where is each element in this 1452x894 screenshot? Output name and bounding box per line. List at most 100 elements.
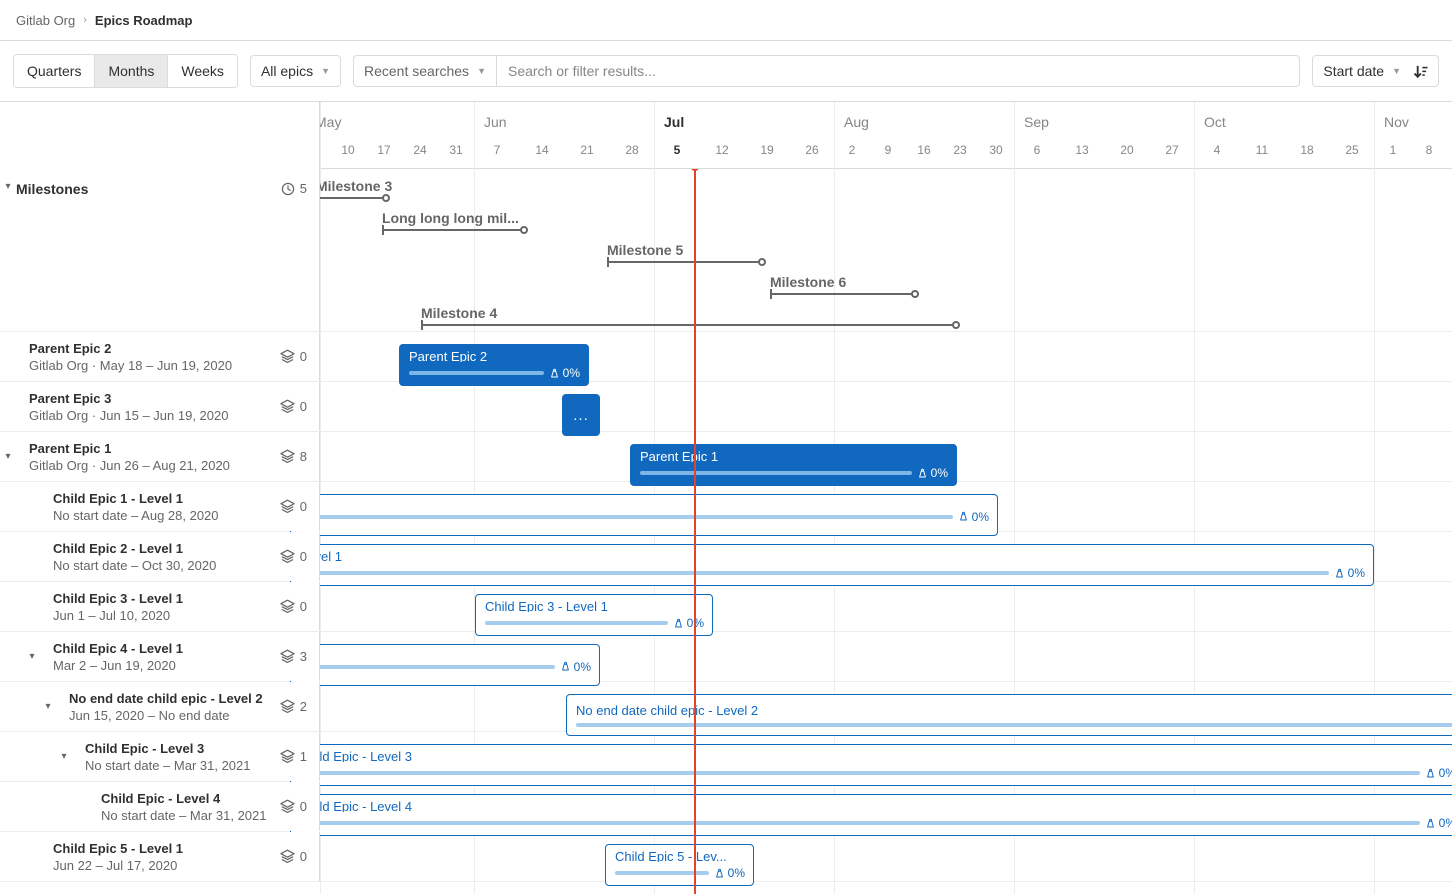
milestone-end-marker	[952, 321, 960, 329]
sort-descending-icon	[1413, 64, 1428, 79]
epic-title[interactable]: Child Epic 5 - Level 1	[53, 841, 274, 856]
sort-control: Start date ▼	[1312, 55, 1439, 87]
epic-children-count: 0	[280, 799, 319, 814]
expand-toggle[interactable]: ▾	[40, 701, 56, 712]
epic-row: ▾ Parent Epic 2 Gitlab Org · May 18 – Ju…	[0, 332, 1452, 382]
progress-track	[640, 471, 912, 475]
week-tick: 26	[805, 143, 818, 157]
epic-title[interactable]: Child Epic - Level 4	[101, 791, 274, 806]
milestone-line	[771, 293, 915, 295]
month-column-may: May	[320, 102, 474, 169]
epic-bar[interactable]: ...	[562, 394, 600, 436]
epic-bar[interactable]: 0%	[290, 644, 600, 686]
epic-title[interactable]: Child Epic 4 - Level 1	[53, 641, 274, 656]
progress-track	[485, 621, 668, 625]
weight-icon	[1334, 568, 1345, 579]
week-tick: 17	[377, 143, 390, 157]
epic-icon	[280, 649, 295, 664]
epic-count-value: 0	[300, 399, 307, 414]
epic-title[interactable]: Parent Epic 2	[29, 341, 274, 356]
epic-icon	[280, 549, 295, 564]
epic-bar[interactable]: Parent Epic 2 0%	[399, 344, 589, 386]
epic-progress: 0%	[1334, 566, 1365, 580]
epic-bar-footer: 0%	[300, 660, 591, 674]
month-label: Aug	[844, 114, 869, 130]
epic-bar[interactable]: Level 1 0%	[290, 544, 1374, 586]
epic-icon	[280, 599, 295, 614]
milestone-bar[interactable]: Milestone 4	[421, 297, 959, 332]
epic-sidebar-cell: ▾ No end date child epic - Level 2 Jun 1…	[0, 682, 320, 731]
epic-title[interactable]: Child Epic 2 - Level 1	[53, 541, 274, 556]
epic-icon	[280, 799, 295, 814]
epic-title[interactable]: Parent Epic 1	[29, 441, 274, 456]
milestones-count-value: 5	[300, 181, 307, 196]
week-tick: 16	[917, 143, 930, 157]
epic-title[interactable]: No end date child epic - Level 2	[69, 691, 274, 706]
epic-sidebar-cell: ▾ Parent Epic 3 Gitlab Org · Jun 15 – Ju…	[0, 382, 320, 431]
search-input[interactable]	[497, 56, 1299, 86]
epic-row: ▾ Parent Epic 3 Gitlab Org · Jun 15 – Ju…	[0, 382, 1452, 432]
epics-filter-dropdown[interactable]: All epics ▼	[250, 55, 341, 87]
preset-quarters-button[interactable]: Quarters	[14, 55, 95, 87]
epics-filter-label: All epics	[261, 63, 313, 79]
epic-icon	[280, 449, 295, 464]
week-tick: 13	[1075, 143, 1088, 157]
epic-lane: ...	[320, 382, 1452, 431]
weight-icon	[1425, 768, 1436, 779]
epic-title[interactable]: Child Epic 1 - Level 1	[53, 491, 274, 506]
epic-progress: 0%	[673, 616, 704, 630]
milestone-bar[interactable]: Milestone 3	[320, 169, 390, 205]
breadcrumb-org[interactable]: Gitlab Org	[16, 13, 75, 28]
epic-bar-title: No end date child epic - Level 2	[576, 703, 1452, 719]
epic-sidebar-cell: ▾ Child Epic 5 - Level 1 Jun 22 – Jul 17…	[0, 832, 320, 881]
epic-bar[interactable]: 0%	[290, 494, 998, 536]
milestone-bar[interactable]: Milestone 6	[770, 265, 918, 301]
week-tick: 19	[760, 143, 773, 157]
expand-toggle[interactable]: ▾	[0, 451, 16, 462]
epic-bar[interactable]: Parent Epic 1 0%	[630, 444, 957, 486]
milestone-label: Milestone 4	[421, 305, 497, 321]
sort-field-dropdown[interactable]: Start date ▼	[1313, 63, 1411, 79]
epic-texts: Child Epic 1 - Level 1 No start date – A…	[16, 491, 280, 523]
timeline-preset-group: Quarters Months Weeks	[13, 54, 238, 88]
epic-bar[interactable]: Child Epic 3 - Level 1 0%	[475, 594, 713, 636]
epic-bar[interactable]: Child Epic 5 - Lev... 0%	[605, 844, 754, 886]
epic-icon	[280, 349, 295, 364]
epic-children-count: 2	[280, 699, 319, 714]
week-tick: 4	[1214, 143, 1221, 157]
epic-title[interactable]: Parent Epic 3	[29, 391, 274, 406]
epic-row: ▾ Child Epic 4 - Level 1 Mar 2 – Jun 19,…	[0, 632, 1452, 682]
epic-title[interactable]: Child Epic - Level 3	[85, 741, 274, 756]
clock-icon	[281, 182, 295, 196]
epic-title[interactable]: Child Epic 3 - Level 1	[53, 591, 274, 606]
epic-count-value: 0	[300, 599, 307, 614]
milestone-bar[interactable]: Milestone 5	[607, 233, 765, 269]
milestones-collapse-toggle[interactable]: ▾	[0, 181, 16, 192]
month-label: Jun	[484, 114, 507, 130]
epic-texts: Child Epic - Level 4 No start date – Mar…	[88, 791, 280, 823]
epic-bar[interactable]: Child Epic - Level 3 0%	[290, 744, 1452, 786]
weight-icon	[714, 868, 725, 879]
weight-icon	[560, 661, 571, 672]
expand-toggle[interactable]: ▾	[56, 751, 72, 762]
epic-bar[interactable]: No end date child epic - Level 2	[566, 694, 1452, 736]
epic-bar-title: Level 1	[300, 549, 1365, 562]
preset-weeks-button[interactable]: Weeks	[168, 55, 237, 87]
epic-sidebar-cell: ▾ Child Epic 2 - Level 1 No start date –…	[0, 532, 320, 581]
epic-subtitle: Mar 2 – Jun 19, 2020	[53, 658, 274, 673]
preset-months-button[interactable]: Months	[95, 55, 168, 87]
sort-direction-button[interactable]	[1411, 64, 1438, 79]
epic-bar-title: Child Epic 3 - Level 1	[485, 599, 704, 612]
epic-bar[interactable]: Child Epic - Level 4 0%	[290, 794, 1452, 836]
milestone-bar[interactable]: Long long long mil...	[382, 201, 527, 237]
epic-texts: No end date child epic - Level 2 Jun 15,…	[56, 691, 280, 723]
expand-toggle[interactable]: ▾	[24, 651, 40, 662]
epic-children-count: 0	[280, 499, 319, 514]
epic-children-count: 0	[280, 549, 319, 564]
epic-texts: Child Epic 2 - Level 1 No start date – O…	[16, 541, 280, 573]
week-tick: 10	[341, 143, 354, 157]
epic-sidebar-cell: ▾ Child Epic 1 - Level 1 No start date –…	[0, 482, 320, 531]
recent-searches-dropdown[interactable]: Recent searches ▼	[354, 56, 497, 86]
epic-bar-title: Child Epic 5 - Lev...	[615, 849, 745, 862]
epic-children-count: 0	[280, 399, 319, 414]
